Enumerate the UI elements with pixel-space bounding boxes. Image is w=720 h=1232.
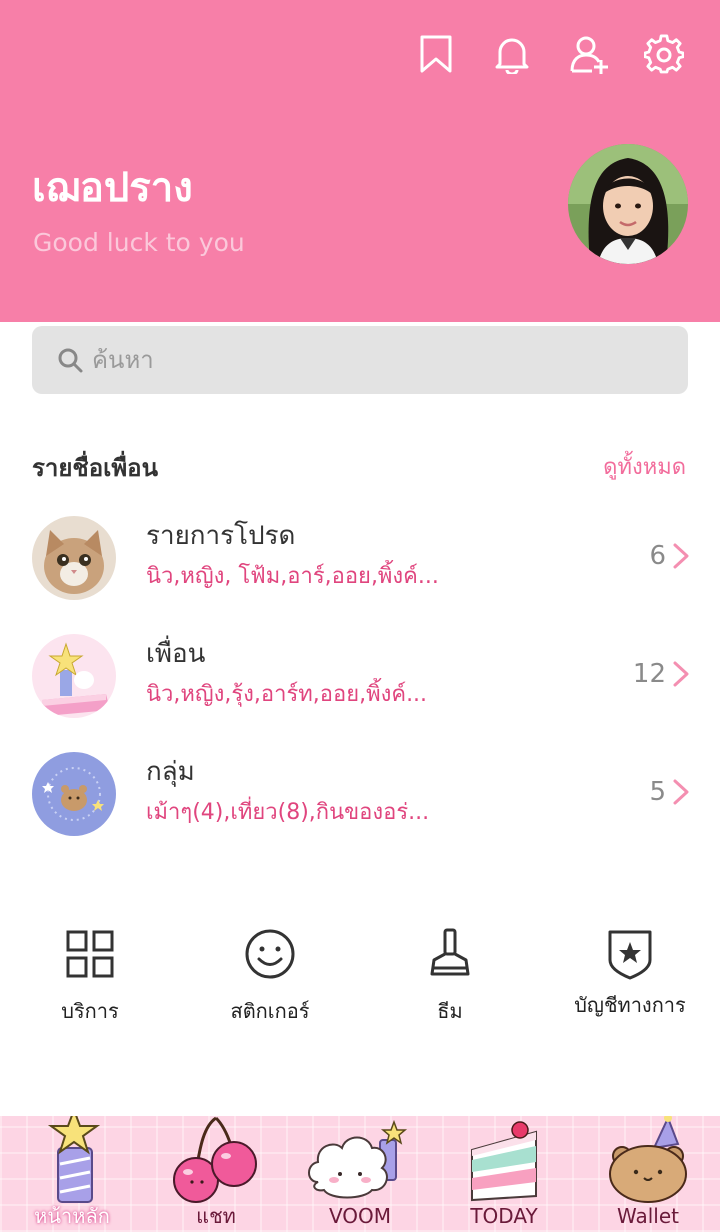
row-subtitle: เม้าๆ(4),เที่ยว(8),กินของอร่... [146,800,430,825]
stickers-button[interactable]: สติกเกอร์ [180,926,360,1036]
see-all-link[interactable]: ดูทั้งหมด [603,450,686,486]
chevron-right-icon [673,661,689,687]
search-placeholder: ค้นหา [92,346,154,374]
friends-section-title: รายชื่อเพื่อน [32,454,158,482]
chevron-right-icon [673,543,689,569]
grid-icon [66,930,114,978]
row-title: เพื่อน [146,639,206,669]
smiley-icon [245,929,295,979]
profile-name[interactable]: เฌอปราง [32,162,193,214]
row-count: 12 [632,659,666,689]
profile-avatar[interactable] [568,144,688,264]
gear-icon[interactable] [643,34,685,74]
paint-brush-icon [430,928,470,976]
tab-wallet[interactable]: Wallet [576,1116,720,1232]
stickers-label: สติกเกอร์ [230,999,310,1023]
themes-button[interactable]: ธีม [360,926,540,1036]
row-subtitle: นิว,หญิง,รุ้ง,อาร์ท,ออย,พิ้งค์... [146,682,428,707]
friend-group-friends[interactable]: เพื่อน นิว,หญิง,รุ้ง,อาร์ท,ออย,พิ้งค์...… [0,634,720,734]
row-count: 5 [649,777,666,807]
tab-chat-label: แชท [196,1204,236,1228]
services-label: บริการ [61,999,119,1023]
bell-icon[interactable] [492,34,532,76]
tab-wallet-label: Wallet [616,1204,679,1228]
search-bar[interactable]: ค้นหา [32,326,688,394]
row-count: 6 [649,541,666,571]
favorites-avatar [32,516,116,600]
tab-today[interactable]: TODAY [432,1116,576,1232]
tab-home-label: หน้าหลัก [34,1204,110,1228]
tab-voom-label: VOOM [328,1204,392,1228]
search-icon [58,348,83,373]
services-button[interactable]: บริการ [0,926,180,1036]
official-accounts-button[interactable]: บัญชีทางการ [540,926,720,1036]
bottom-tab-bar: หน้าหลัก แชท VOOM TODAY Wallet [0,1116,720,1232]
row-title: กลุ่ม [146,757,195,787]
chevron-right-icon [673,779,689,805]
friends-avatar [32,634,116,718]
bookmark-icon[interactable] [416,34,456,74]
tab-today-label: TODAY [470,1204,538,1228]
friend-group-groups[interactable]: กลุ่ม เม้าๆ(4),เที่ยว(8),กินของอร่... 5 [0,752,720,852]
row-subtitle: นิว,หญิง, โฟ้ม,อาร์,ออย,พิ้งค์... [146,564,439,589]
tab-chat[interactable]: แชท [144,1116,288,1232]
themes-label: ธีม [437,999,463,1023]
profile-header: เฌอปราง Good luck to you [0,0,720,322]
tab-home[interactable]: หน้าหลัก [0,1116,144,1232]
official-accounts-label: บัญชีทางการ [574,993,686,1017]
groups-avatar [32,752,116,836]
status-message[interactable]: Good luck to you [33,226,245,260]
row-title: รายการโปรด [146,521,296,551]
tab-voom[interactable]: VOOM [288,1116,432,1232]
shield-star-icon [608,930,652,980]
add-friend-icon[interactable] [570,34,610,74]
friend-group-favorites[interactable]: รายการโปรด นิว,หญิง, โฟ้ม,อาร์,ออย,พิ้งค… [0,516,720,616]
